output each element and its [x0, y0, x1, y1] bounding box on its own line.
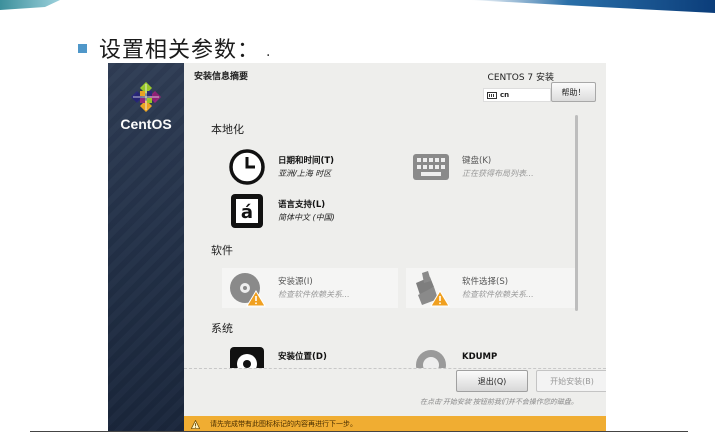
installer-sidebar: CentOS — [108, 63, 184, 432]
installer-main: 安装信息摘要 CENTOS 7 安装 cn 帮助！ 本地化 日期和时间(T) 亚… — [184, 63, 606, 432]
spoke-software-selection[interactable]: 软件选择(S) 检查软件依赖关系... — [406, 268, 576, 308]
square-bullet-icon — [78, 43, 87, 53]
warning-bar: 请先完成带有此图标标记的内容再进行下一步。 — [184, 416, 606, 432]
section-system: 系统 — [211, 322, 233, 335]
spoke-keyboard[interactable]: 键盘(K) 正在获得布局列表... — [406, 147, 582, 187]
slide-title-text: 设置相关参数： — [99, 38, 261, 63]
slide-title: 设置相关参数： . — [78, 34, 271, 63]
disc-icon — [230, 273, 266, 307]
product-title: CENTOS 7 安装 — [487, 73, 554, 83]
package-icon — [416, 271, 450, 307]
svg-text:á: á — [241, 202, 253, 223]
language-icon: á — [231, 194, 263, 228]
spoke-installation-source[interactable]: 安装源(I) 检查软件依赖关系... — [222, 268, 398, 308]
bottom-divider-line — [30, 431, 688, 432]
spoke-kdump-title: KDUMP — [462, 352, 498, 362]
spoke-keyboard-status: 正在获得布局列表... — [462, 168, 534, 178]
footer-divider — [184, 368, 606, 369]
clock-icon — [229, 149, 265, 185]
section-software: 软件 — [211, 244, 233, 257]
spoke-language-status: 简体中文 (中国) — [278, 212, 335, 222]
centos-logo-icon — [131, 82, 161, 112]
spoke-kdump[interactable]: KDUMP — [406, 344, 582, 368]
keyboard-layout-text: cn — [500, 91, 510, 99]
spoke-installation-destination[interactable]: 安装位置(D) — [222, 344, 398, 368]
spoke-language-title: 语言支持(L) — [278, 199, 326, 210]
warning-icon — [191, 419, 200, 429]
begin-installation-button[interactable]: 开始安装(B) — [536, 370, 606, 392]
warning-text: 请先完成带有此图标标记的内容再进行下一步。 — [210, 420, 357, 428]
spoke-installation-source-status: 检查软件依赖关系... — [278, 289, 350, 299]
keyboard-layout-indicator[interactable]: cn — [483, 88, 551, 102]
spoke-keyboard-title: 键盘(K) — [462, 155, 492, 166]
slide-title-dot: . — [266, 44, 271, 60]
spoke-software-selection-status: 检查软件依赖关系... — [462, 289, 534, 299]
kdump-icon — [416, 350, 446, 368]
hub-title: 安装信息摘要 — [194, 72, 249, 82]
spoke-datetime-title: 日期和时间(T) — [278, 155, 335, 166]
spokes-scrollbar[interactable] — [575, 115, 578, 311]
hard-disk-icon — [230, 347, 264, 368]
spoke-software-selection-title: 软件选择(S) — [462, 276, 509, 287]
top-banner-decoration — [0, 0, 715, 13]
centos-brand-text: CentOS — [120, 116, 172, 132]
spoke-datetime[interactable]: 日期和时间(T) 亚洲/上海 时区 — [222, 147, 398, 187]
help-button[interactable]: 帮助！ — [551, 82, 596, 102]
section-localization: 本地化 — [211, 123, 244, 136]
spoke-language[interactable]: á 语言支持(L) 简体中文 (中国) — [222, 191, 398, 231]
spoke-installation-source-title: 安装源(I) — [278, 276, 313, 287]
keyboard-small-icon — [487, 91, 497, 99]
spoke-installation-destination-title: 安装位置(D) — [278, 352, 327, 362]
slide-page: 设置相关参数： . CentOS 安装信息摘要 CENTOS 7 安装 cn 帮… — [0, 0, 715, 446]
quit-button[interactable]: 退出(Q) — [456, 370, 528, 392]
footer-note: 在点击'开始安装'按钮前我们并不会操作您的磁盘。 — [420, 398, 578, 406]
spoke-datetime-status: 亚洲/上海 时区 — [278, 168, 332, 178]
keyboard-icon — [413, 154, 449, 180]
installer-window: CentOS 安装信息摘要 CENTOS 7 安装 cn 帮助！ 本地化 日期和… — [108, 63, 606, 432]
